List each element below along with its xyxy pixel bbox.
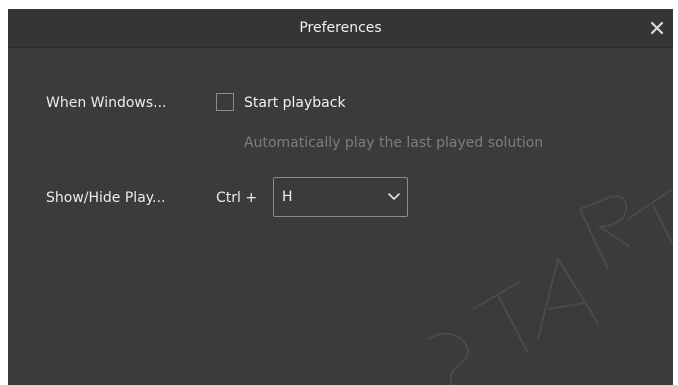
hotkey-label: Show/Hide Play... <box>46 190 166 206</box>
hotkey-key-select[interactable]: H <box>273 177 408 217</box>
hotkey-key-value: H <box>282 189 293 205</box>
start-playback-label[interactable]: Start playback <box>244 95 346 111</box>
close-button[interactable] <box>647 18 667 38</box>
dialog-title: Preferences <box>299 20 382 36</box>
close-icon <box>650 21 664 35</box>
start-playback-hint: Automatically play the last played solut… <box>244 135 544 151</box>
hotkey-modifier: Ctrl + <box>216 190 258 206</box>
title-bar: Preferences <box>8 9 673 48</box>
start-playback-checkbox[interactable] <box>216 93 234 111</box>
chevron-down-icon <box>388 193 400 200</box>
startup-label: When Windows... <box>46 95 167 111</box>
preferences-dialog: Preferences When Windows... Start playba… <box>8 9 673 385</box>
